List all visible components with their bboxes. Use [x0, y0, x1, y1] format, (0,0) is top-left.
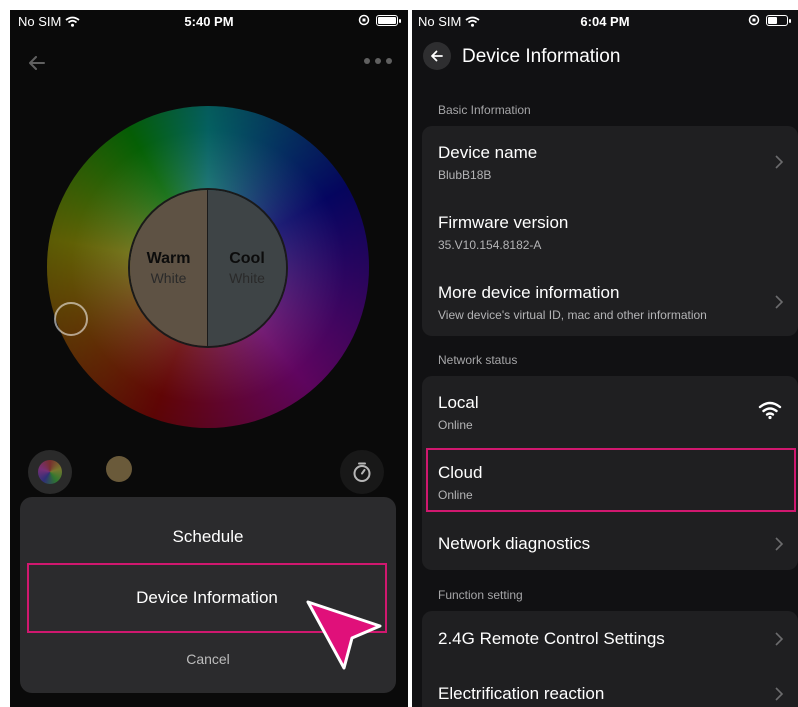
section-network-status: Network status — [438, 353, 518, 367]
device-name-title: Device name — [438, 143, 538, 162]
cool-sub-label: White — [229, 270, 265, 286]
chevron-right-icon — [775, 632, 784, 646]
basic-information-card: Device name BlubB18B Firmware version 35… — [422, 126, 798, 336]
device-name-row[interactable]: Device name BlubB18B — [422, 126, 798, 196]
firmware-version-value: 35.V10.154.8182-A — [438, 238, 542, 252]
status-right-icons — [748, 14, 791, 26]
remote-control-settings-row[interactable]: 2.4G Remote Control Settings — [422, 611, 798, 665]
remote-control-settings-title: 2.4G Remote Control Settings — [438, 629, 665, 648]
orientation-lock-icon — [748, 14, 760, 26]
right-phone-screen: No SIM 6:04 PM Device Information Basic … — [412, 10, 798, 707]
electrification-reaction-row[interactable]: Electrification reaction — [422, 665, 798, 707]
warm-label: Warm — [146, 250, 191, 267]
back-arrow-icon — [431, 50, 443, 62]
network-diagnostics-title: Network diagnostics — [438, 534, 591, 553]
color-mode-button[interactable] — [28, 450, 72, 494]
network-diagnostics-row[interactable]: Network diagnostics — [422, 516, 798, 570]
more-device-information-sub: View device's virtual ID, mac and other … — [438, 308, 707, 322]
status-bar: No SIM 5:40 PM — [10, 10, 408, 32]
timer-icon — [353, 462, 371, 482]
warm-sub-label: White — [150, 270, 187, 286]
battery-icon — [766, 14, 791, 26]
function-setting-card: 2.4G Remote Control Settings Electrifica… — [422, 611, 798, 707]
cool-label: Cool — [229, 250, 265, 267]
status-time: 5:40 PM — [184, 14, 234, 29]
color-palette-icon — [38, 460, 62, 484]
white-mode-selector: Warm White Cool White — [128, 188, 288, 348]
page-title: Device Information — [462, 46, 621, 67]
chevron-right-icon — [775, 687, 784, 701]
schedule-option[interactable]: Schedule — [20, 527, 396, 547]
local-title: Local — [438, 393, 479, 412]
chevron-right-icon — [775, 537, 784, 551]
electrification-reaction-title: Electrification reaction — [438, 684, 605, 703]
more-device-information-title: More device information — [438, 283, 620, 302]
local-row: Local Online — [422, 376, 798, 446]
chevron-right-icon — [775, 155, 784, 169]
device-information-label: Device Information — [136, 588, 278, 607]
status-right-icons — [358, 14, 401, 26]
cloud-highlight-box — [426, 448, 796, 512]
firmware-version-title: Firmware version — [438, 213, 569, 232]
chevron-right-icon — [775, 295, 784, 309]
device-name-value: BlubB18B — [438, 168, 492, 182]
local-status: Online — [438, 418, 473, 432]
firmware-version-row: Firmware version 35.V10.154.8182-A — [422, 196, 798, 266]
section-basic-information: Basic Information — [438, 103, 531, 117]
color-picker-handle[interactable] — [54, 302, 88, 336]
back-button[interactable] — [423, 42, 451, 70]
orientation-lock-icon — [358, 14, 370, 26]
wifi-icon — [758, 401, 782, 420]
back-arrow-icon[interactable] — [24, 50, 50, 76]
section-function-setting: Function setting — [438, 588, 523, 602]
status-bar: No SIM 6:04 PM — [412, 10, 798, 32]
pointer-arrow-icon — [306, 600, 382, 670]
white-mode-button[interactable] — [106, 456, 132, 482]
more-device-information-row[interactable]: More device information View device's vi… — [422, 266, 798, 336]
battery-icon — [376, 14, 401, 26]
timer-button[interactable] — [340, 450, 384, 494]
status-time: 6:04 PM — [580, 14, 630, 29]
page-header: Device Information — [412, 36, 798, 80]
more-options-icon[interactable] — [364, 58, 392, 64]
